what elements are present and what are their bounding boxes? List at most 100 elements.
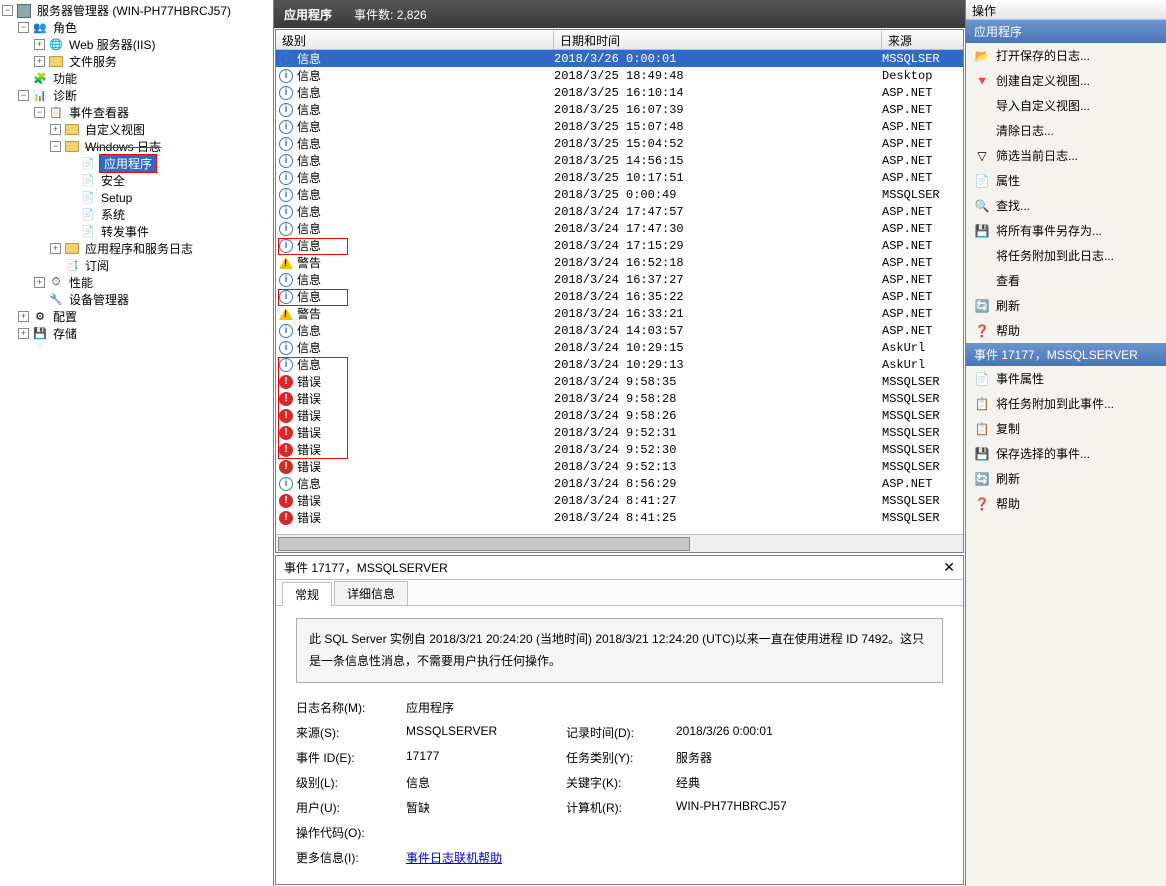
event-row[interactable]: 错误2018/3/24 9:58:26MSSQLSER <box>276 407 963 424</box>
tree-device-manager[interactable]: 🔧设备管理器 <box>0 291 273 308</box>
horizontal-scrollbar[interactable] <box>276 534 963 552</box>
event-row[interactable]: 信息2018/3/25 10:17:51ASP.NET <box>276 169 963 186</box>
tree-root[interactable]: −服务器管理器 (WIN-PH77HBRCJ57) <box>0 2 273 19</box>
event-row[interactable]: 信息2018/3/24 8:56:29ASP.NET <box>276 475 963 492</box>
tree-diagnostics[interactable]: −📊诊断 <box>0 87 273 104</box>
online-help-link[interactable]: 事件日志联机帮助 <box>406 851 502 865</box>
action-save-selected[interactable]: 💾保存选择的事件... <box>966 441 1166 466</box>
event-source: ASP.NET <box>882 324 963 338</box>
event-row[interactable]: 错误2018/3/24 9:52:30MSSQLSER <box>276 441 963 458</box>
tree-file-service[interactable]: +文件服务 <box>0 53 273 70</box>
expand-icon[interactable]: + <box>34 277 45 288</box>
action-filter-current-log[interactable]: ▽筛选当前日志... <box>966 143 1166 168</box>
event-row[interactable]: 信息2018/3/24 10:29:13AskUrl <box>276 356 963 373</box>
action-create-custom-view[interactable]: 🔻创建自定义视图... <box>966 68 1166 93</box>
event-row[interactable]: 信息2018/3/24 14:03:57ASP.NET <box>276 322 963 339</box>
event-row[interactable]: 信息2018/3/24 10:29:15AskUrl <box>276 339 963 356</box>
event-level: 信息 <box>297 67 321 84</box>
action-properties[interactable]: 📄属性 <box>966 168 1166 193</box>
tree-web-iis[interactable]: +🌐Web 服务器(IIS) <box>0 36 273 53</box>
action-attach-task-event[interactable]: 📋将任务附加到此事件... <box>966 391 1166 416</box>
event-row[interactable]: 信息2018/3/24 17:47:30ASP.NET <box>276 220 963 237</box>
tree-app-service-logs[interactable]: +应用程序和服务日志 <box>0 240 273 257</box>
tree-custom-views[interactable]: +自定义视图 <box>0 121 273 138</box>
close-button[interactable]: ✕ <box>943 559 955 576</box>
event-row[interactable]: 警告2018/3/24 16:52:18ASP.NET <box>276 254 963 271</box>
event-row[interactable]: 警告2018/3/24 16:33:21ASP.NET <box>276 305 963 322</box>
tree-forwarded-log[interactable]: 📄转发事件 <box>0 223 273 240</box>
collapse-icon[interactable]: − <box>34 107 45 118</box>
event-row[interactable]: 信息2018/3/25 15:04:52ASP.NET <box>276 135 963 152</box>
expand-icon[interactable]: + <box>34 56 45 67</box>
logged-value: 2018/3/26 0:00:01 <box>676 724 876 741</box>
expand-icon[interactable]: + <box>18 311 29 322</box>
info-icon <box>278 357 294 373</box>
actions-section-event: 事件 17177，MSSQLSERVER <box>966 343 1166 366</box>
event-row[interactable]: 错误2018/3/24 8:41:27MSSQLSER <box>276 492 963 509</box>
tree-configuration[interactable]: +⚙配置 <box>0 308 273 325</box>
event-row[interactable]: 错误2018/3/24 9:52:13MSSQLSER <box>276 458 963 475</box>
event-level: 错误 <box>297 424 321 441</box>
action-event-properties[interactable]: 📄事件属性 <box>966 366 1166 391</box>
expand-icon[interactable]: + <box>50 124 61 135</box>
event-datetime: 2018/3/24 8:56:29 <box>554 477 882 491</box>
action-save-all-events[interactable]: 💾将所有事件另存为... <box>966 218 1166 243</box>
action-help[interactable]: ❓帮助 <box>966 318 1166 343</box>
nav-tree[interactable]: −服务器管理器 (WIN-PH77HBRCJ57) −👥角色 +🌐Web 服务器… <box>0 0 274 886</box>
event-datetime: 2018/3/24 16:37:27 <box>554 273 882 287</box>
device-manager-icon: 🔧 <box>48 292 64 308</box>
event-row[interactable]: 信息2018/3/24 16:37:27ASP.NET <box>276 271 963 288</box>
event-row[interactable]: 信息2018/3/25 0:00:49MSSQLSER <box>276 186 963 203</box>
collapse-icon[interactable]: − <box>18 22 29 33</box>
action-find[interactable]: 🔍查找... <box>966 193 1166 218</box>
action-import-custom-view[interactable]: 导入自定义视图... <box>966 93 1166 118</box>
tree-subscriptions[interactable]: 📑订阅 <box>0 257 273 274</box>
action-refresh[interactable]: 🔄刷新 <box>966 293 1166 318</box>
event-row[interactable]: 信息2018/3/24 17:15:29ASP.NET <box>276 237 963 254</box>
tree-windows-logs[interactable]: −Windows 日志 <box>0 138 273 155</box>
event-columns-header[interactable]: 级别 日期和时间 来源 <box>276 30 963 50</box>
event-row[interactable]: 信息2018/3/25 16:07:39ASP.NET <box>276 101 963 118</box>
event-row[interactable]: 信息2018/3/25 15:07:48ASP.NET <box>276 118 963 135</box>
event-row[interactable]: 错误2018/3/24 9:58:35MSSQLSER <box>276 373 963 390</box>
tree-storage[interactable]: +💾存储 <box>0 325 273 342</box>
tree-features[interactable]: 🧩功能 <box>0 70 273 87</box>
tree-security-log[interactable]: 📄安全 <box>0 172 273 189</box>
tab-details[interactable]: 详细信息 <box>334 581 408 605</box>
event-row[interactable]: 信息2018/3/24 16:35:22ASP.NET <box>276 288 963 305</box>
action-copy[interactable]: 📋复制 <box>966 416 1166 441</box>
event-row[interactable]: 信息2018/3/25 16:10:14ASP.NET <box>276 84 963 101</box>
col-source[interactable]: 来源 <box>882 30 963 49</box>
tree-performance[interactable]: +⏱性能 <box>0 274 273 291</box>
tab-general[interactable]: 常规 <box>282 582 332 606</box>
event-row[interactable]: 信息2018/3/25 14:56:15ASP.NET <box>276 152 963 169</box>
col-datetime[interactable]: 日期和时间 <box>554 30 882 49</box>
event-level: 信息 <box>297 186 321 203</box>
event-level: 警告 <box>297 305 321 322</box>
collapse-icon[interactable]: − <box>18 90 29 101</box>
action-view[interactable]: 查看 <box>966 268 1166 293</box>
col-level[interactable]: 级别 <box>276 30 554 49</box>
action-clear-log[interactable]: 清除日志... <box>966 118 1166 143</box>
collapse-icon[interactable]: − <box>2 5 13 16</box>
tree-setup-log[interactable]: 📄Setup <box>0 189 273 206</box>
tree-event-viewer[interactable]: −📋事件查看器 <box>0 104 273 121</box>
event-row[interactable]: 错误2018/3/24 8:41:25MSSQLSER <box>276 509 963 526</box>
action-attach-task-log[interactable]: 将任务附加到此日志... <box>966 243 1166 268</box>
tree-system-log[interactable]: 📄系统 <box>0 206 273 223</box>
action-open-saved-log[interactable]: 📂打开保存的日志... <box>966 43 1166 68</box>
expand-icon[interactable]: + <box>18 328 29 339</box>
event-row[interactable]: 信息2018/3/26 0:00:01MSSQLSER <box>276 50 963 67</box>
event-row[interactable]: 错误2018/3/24 9:58:28MSSQLSER <box>276 390 963 407</box>
expand-icon[interactable]: + <box>50 243 61 254</box>
expand-icon[interactable]: + <box>34 39 45 50</box>
event-source: MSSQLSER <box>882 494 963 508</box>
tree-roles[interactable]: −👥角色 <box>0 19 273 36</box>
event-row[interactable]: 错误2018/3/24 9:52:31MSSQLSER <box>276 424 963 441</box>
collapse-icon[interactable]: − <box>50 141 61 152</box>
tree-application-log[interactable]: 📄应用程序 <box>0 155 273 172</box>
event-row[interactable]: 信息2018/3/24 17:47:57ASP.NET <box>276 203 963 220</box>
action-refresh-2[interactable]: 🔄刷新 <box>966 466 1166 491</box>
action-help-2[interactable]: ❓帮助 <box>966 491 1166 516</box>
event-row[interactable]: 信息2018/3/25 18:49:48Desktop <box>276 67 963 84</box>
